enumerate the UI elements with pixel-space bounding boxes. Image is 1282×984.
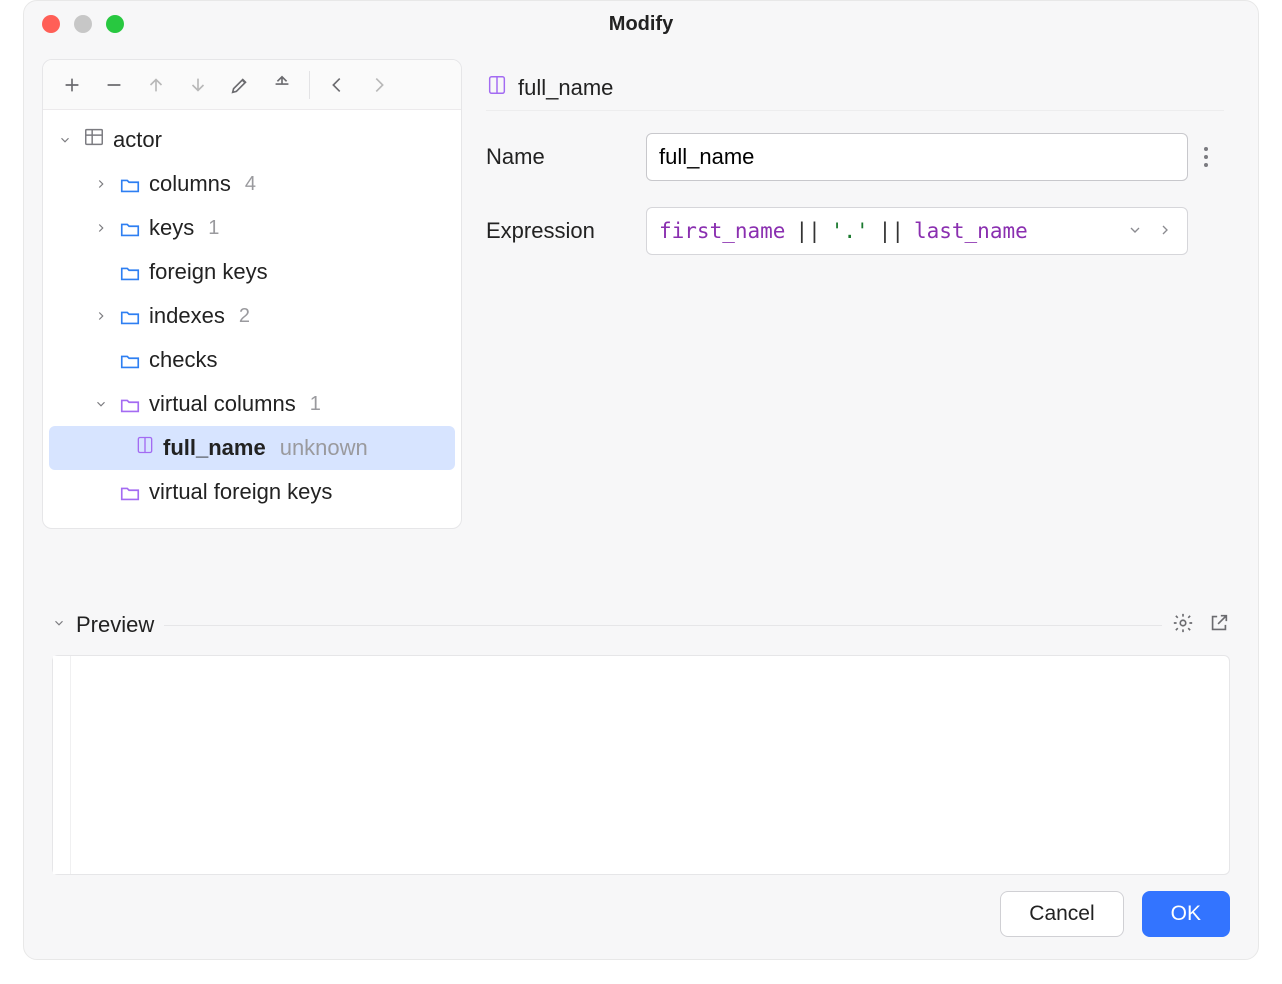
tree-node-label: columns [149,171,231,197]
column-icon [486,74,508,101]
forward-button[interactable] [358,66,400,104]
tree-node-label: keys [149,215,194,241]
expression-label: Expression [486,218,646,244]
column-icon [135,435,155,461]
tree-node-keys[interactable]: keys 1 [43,206,461,250]
chevron-right-icon [91,221,111,235]
tree-node-table[interactable]: actor [43,118,461,162]
tree-node-label: virtual columns [149,391,296,417]
modify-dialog: Modify [23,0,1259,960]
tree-node-foreign-keys[interactable]: foreign keys [43,250,461,294]
folder-icon [119,350,141,370]
cancel-button[interactable]: Cancel [1000,891,1123,937]
expr-token: '.' [831,219,869,243]
tree-node-label: indexes [149,303,225,329]
tree-item-name: full_name [163,435,266,461]
tree-node-count: 1 [310,393,321,416]
name-input[interactable] [646,133,1188,181]
expr-token: first_name [659,219,785,243]
folder-icon [119,218,141,238]
chevron-right-icon [91,177,111,191]
chevron-down-icon [55,133,75,147]
tree-node-virtual-foreign-keys[interactable]: virtual foreign keys [43,470,461,514]
window-title: Modify [24,13,1258,36]
ok-button[interactable]: OK [1142,891,1230,937]
expr-token: || [871,219,912,243]
folder-icon [119,262,141,282]
expr-token: last_name [914,219,1028,243]
dialog-footer: Cancel OK [24,875,1258,959]
folder-icon [119,482,141,502]
titlebar: Modify [24,1,1258,47]
tree-node-label: actor [113,127,162,153]
tree-toolbar [43,60,461,110]
chevron-down-icon[interactable] [1127,219,1143,243]
detail-tab[interactable]: full_name [486,65,1224,111]
table-icon [83,126,105,154]
preview-header[interactable]: Preview [52,605,1230,645]
tree-node-label: foreign keys [149,259,268,285]
tree-node-virtual-column-item[interactable]: full_name unknown [49,426,455,470]
add-button[interactable] [51,66,93,104]
chevron-down-icon [52,616,66,635]
editor-gutter [53,656,71,874]
expr-token: || [787,219,828,243]
divider [164,625,1162,626]
tree-node-virtual-columns[interactable]: virtual columns 1 [43,382,461,426]
move-up-button[interactable] [135,66,177,104]
back-button[interactable] [316,66,358,104]
edit-button[interactable] [219,66,261,104]
detail-tab-label: full_name [518,75,613,101]
tree-node-label: virtual foreign keys [149,479,332,505]
toolbar-separator [309,71,310,99]
folder-icon [119,394,141,414]
folder-icon [119,306,141,326]
tree-node-columns[interactable]: columns 4 [43,162,461,206]
tree-node-count: 1 [208,217,219,240]
open-external-icon[interactable] [1208,612,1230,639]
folder-icon [119,174,141,194]
tree-node-count: 2 [239,305,250,328]
structure-tree-panel: actor columns 4 keys 1 [42,59,462,529]
chevron-right-icon [91,309,111,323]
move-down-button[interactable] [177,66,219,104]
tree-node-count: 4 [245,173,256,196]
settings-icon[interactable] [1172,612,1194,639]
tree-node-indexes[interactable]: indexes 2 [43,294,461,338]
name-label: Name [486,144,646,170]
structure-tree: actor columns 4 keys 1 [43,110,461,528]
more-options-button[interactable] [1188,146,1224,168]
override-button[interactable] [261,66,303,104]
remove-button[interactable] [93,66,135,104]
expression-input[interactable]: first_name || '.' || last_name [646,207,1188,255]
preview-title: Preview [76,612,154,638]
expand-editor-icon[interactable] [1157,219,1173,243]
tree-item-type: unknown [280,435,368,461]
chevron-down-icon [91,397,111,411]
tree-node-checks[interactable]: checks [43,338,461,382]
tree-node-label: checks [149,347,217,373]
preview-editor[interactable] [52,655,1230,875]
